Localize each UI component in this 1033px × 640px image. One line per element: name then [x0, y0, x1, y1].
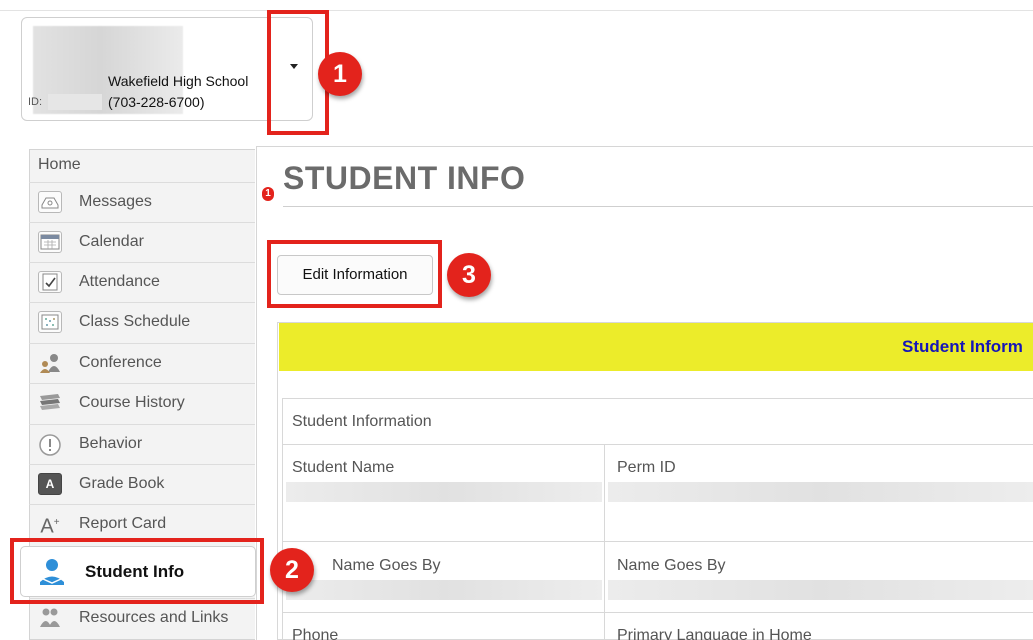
- sidebar-item-label: Class Schedule: [79, 313, 191, 330]
- step-marker-3: 3: [447, 253, 491, 297]
- school-name: Wakefield High School: [108, 73, 249, 89]
- sidebar-item-behavior[interactable]: Behavior: [29, 424, 255, 464]
- student-name-label: Student Name: [292, 459, 395, 476]
- calendar-icon: [38, 231, 62, 253]
- school-phone: (703-228-6700): [108, 94, 205, 110]
- perm-id-value: [608, 482, 1033, 502]
- sidebar-item-messages[interactable]: Messages 1: [29, 182, 274, 222]
- sidebar-item-calendar[interactable]: Calendar: [29, 222, 255, 262]
- row-divider: [282, 612, 1033, 613]
- phone-label: Phone: [292, 627, 339, 640]
- row-divider: [282, 541, 1033, 542]
- gradebook-icon: A: [38, 473, 62, 495]
- attendance-icon: [38, 271, 62, 293]
- sidebar-item-attendance[interactable]: Attendance: [29, 262, 255, 302]
- sidebar-item-label: Report Card: [79, 515, 167, 532]
- sidebar-item-label: Calendar: [79, 233, 144, 250]
- messages-icon: [38, 191, 62, 213]
- column-divider: [604, 444, 605, 640]
- section-title: Student Information: [292, 413, 432, 430]
- sidebar-item-label: Resources and Links: [79, 609, 229, 626]
- sidebar-item-resources[interactable]: Resources and Links: [29, 598, 255, 638]
- name-goes-by-value-2: [608, 580, 1033, 600]
- sidebar-item-label: Messages: [79, 193, 152, 210]
- name-goes-by-label: Name Goes By: [332, 557, 441, 574]
- step-marker-2: 2: [270, 548, 314, 592]
- sidebar-item-conference[interactable]: Conference: [29, 343, 255, 383]
- page-title: STUDENT INFO: [283, 160, 526, 196]
- student-id-label: ID:: [28, 96, 43, 108]
- banner-title: Student Inform: [902, 337, 1023, 356]
- name-goes-by-value: [286, 580, 602, 600]
- student-id-value: [48, 94, 102, 110]
- sidebar-item-class-schedule[interactable]: Class Schedule: [29, 302, 255, 342]
- highlight-box-2: [10, 538, 264, 604]
- student-information-section: [282, 398, 1033, 640]
- behavior-icon: [38, 433, 62, 456]
- schedule-icon: [38, 311, 62, 333]
- top-divider: [0, 10, 1033, 11]
- sidebar-item-label: Grade Book: [79, 475, 165, 492]
- perm-id-label: Perm ID: [617, 459, 676, 476]
- sidebar-item-label: Behavior: [79, 435, 143, 452]
- sidebar-item-label: Course History: [79, 394, 185, 411]
- sidebar-item-grade-book[interactable]: A Grade Book: [29, 464, 255, 504]
- sidebar-item-label: Attendance: [79, 273, 160, 290]
- student-name-value: [286, 482, 602, 502]
- conference-icon: [38, 352, 62, 374]
- books-icon: [38, 392, 62, 414]
- name-goes-by-label-2: Name Goes By: [617, 557, 726, 574]
- sidebar-item-home[interactable]: Home: [38, 156, 81, 174]
- resources-icon: [38, 607, 62, 629]
- sidebar-item-label: Conference: [79, 354, 162, 371]
- primary-language-label: Primary Language in Home: [617, 627, 812, 640]
- sidebar-item-course-history[interactable]: Course History: [29, 383, 255, 423]
- step-marker-1: 1: [318, 52, 362, 96]
- title-divider: [283, 206, 1033, 207]
- row-divider: [282, 444, 1033, 445]
- page: Wakefield High School (703-228-6700) ID:…: [0, 0, 1033, 640]
- highlight-box-3: [267, 240, 442, 308]
- report-card-icon: A+: [40, 515, 60, 538]
